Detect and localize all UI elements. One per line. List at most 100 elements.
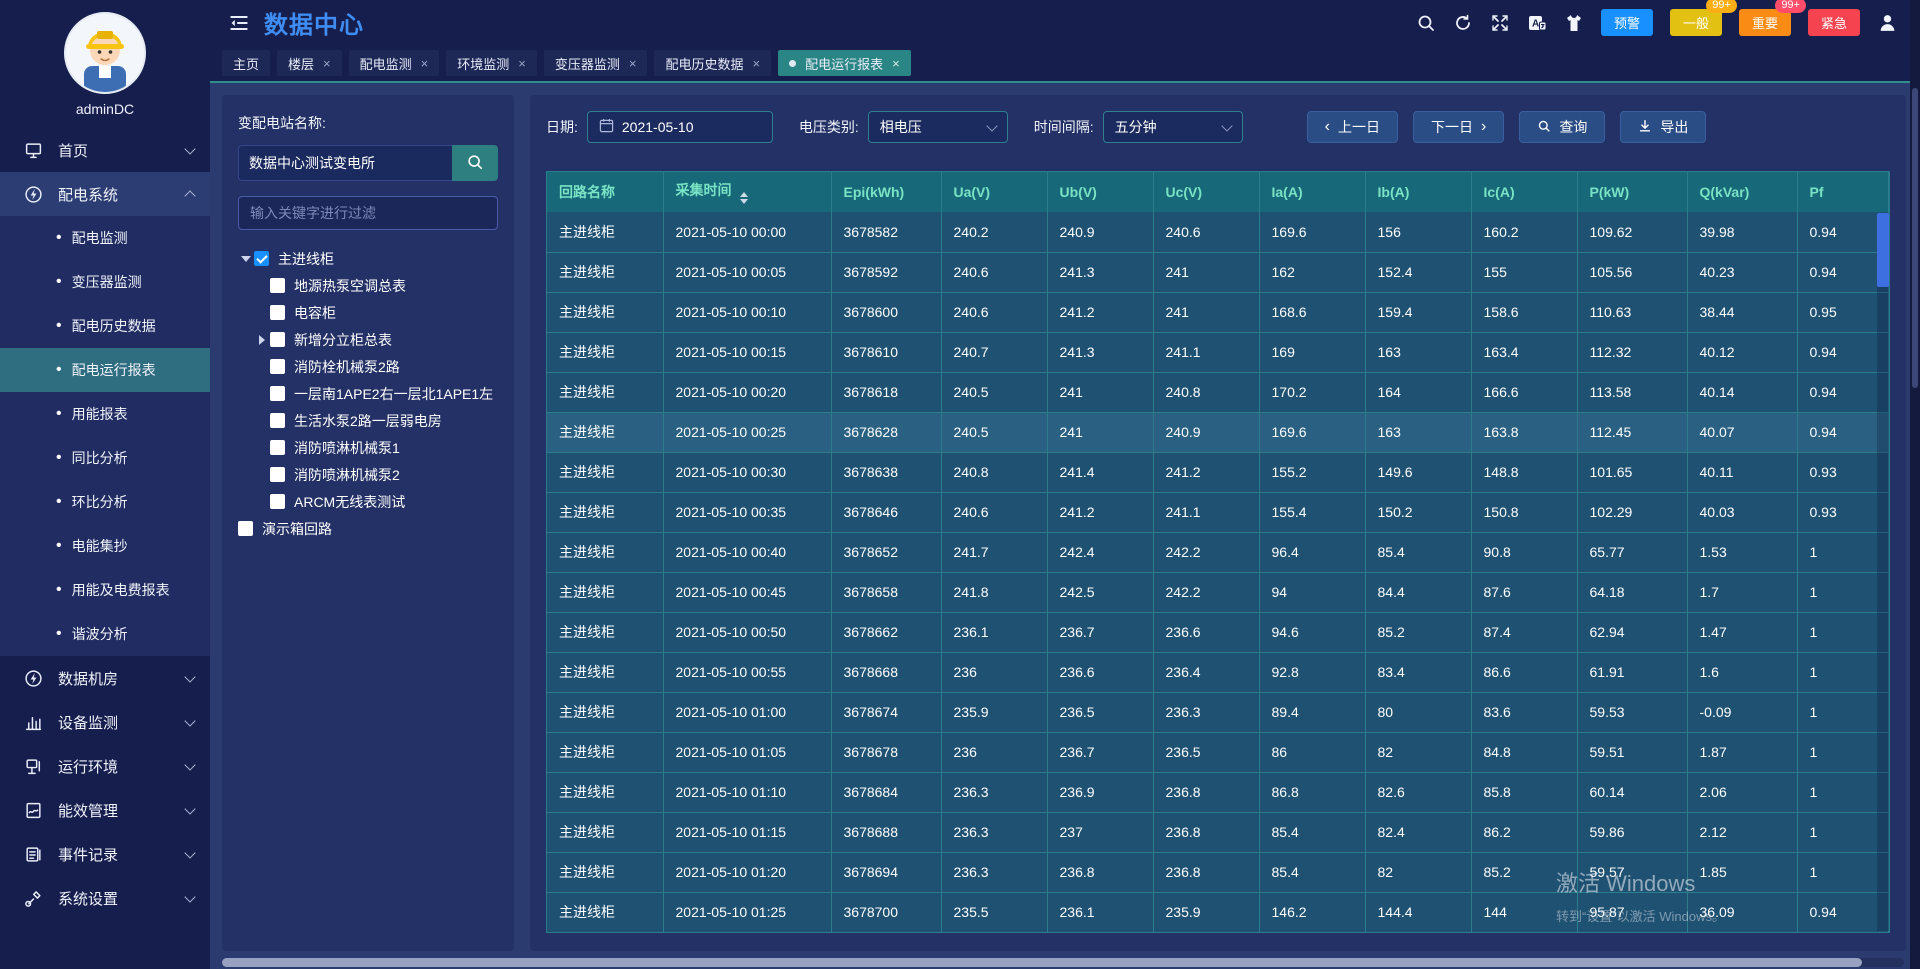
sidebar-item-运行环境[interactable]: 运行环境 <box>0 744 210 788</box>
table-row[interactable]: 主进线柜2021-05-10 00:103678600240.6241.2241… <box>547 292 1889 332</box>
tree-node-地源热泵空调总表[interactable]: 地源热泵空调总表 <box>238 272 498 299</box>
sidebar-subitem-配电监测[interactable]: •配电监测 <box>0 216 210 260</box>
sidebar-item-能效管理[interactable]: 能效管理 <box>0 788 210 832</box>
window-scrollbar-thumb[interactable] <box>1912 88 1918 388</box>
table-vertical-scrollbar[interactable] <box>1877 213 1889 931</box>
fullscreen-icon[interactable] <box>1490 13 1510 33</box>
expander-closed-icon[interactable] <box>254 335 270 345</box>
date-input[interactable]: 2021-05-10 <box>587 111 773 143</box>
table-row[interactable]: 主进线柜2021-05-10 00:053678592240.6241.3241… <box>547 252 1889 292</box>
tab-配电运行报表[interactable]: 配电运行报表× <box>778 50 911 76</box>
horizontal-scrollbar[interactable] <box>222 958 1904 967</box>
table-row[interactable]: 主进线柜2021-05-10 00:553678668236236.6236.4… <box>547 652 1889 692</box>
voltage-select[interactable]: 相电压 <box>868 111 1008 143</box>
window-scrollbar[interactable] <box>1910 0 1920 969</box>
search-icon[interactable] <box>1416 13 1436 33</box>
sidebar-subitem-电能集抄[interactable]: •电能集抄 <box>0 524 210 568</box>
alarm-button-预警[interactable]: 预警 <box>1601 9 1653 36</box>
tab-配电历史数据[interactable]: 配电历史数据× <box>654 50 771 76</box>
sidebar-subitem-环比分析[interactable]: •环比分析 <box>0 480 210 524</box>
tab-主页[interactable]: 主页 <box>222 50 270 76</box>
next-day-button[interactable]: 下一日 › <box>1413 111 1504 143</box>
sidebar-item-数据机房[interactable]: 数据机房 <box>0 656 210 700</box>
sidebar-item-配电系统[interactable]: 配电系统 <box>0 172 210 216</box>
table-row[interactable]: 主进线柜2021-05-10 01:253678700235.5236.1235… <box>547 892 1889 932</box>
interval-select[interactable]: 五分钟 <box>1103 111 1243 143</box>
table-row[interactable]: 主进线柜2021-05-10 00:003678582240.2240.9240… <box>547 212 1889 252</box>
tree-node-消防喷淋机械泵2[interactable]: 消防喷淋机械泵2 <box>238 461 498 488</box>
station-input[interactable] <box>238 145 452 181</box>
sidebar-item-设备监测[interactable]: 设备监测 <box>0 700 210 744</box>
sidebar-subitem-变压器监测[interactable]: •变压器监测 <box>0 260 210 304</box>
tab-变压器监测[interactable]: 变压器监测× <box>544 50 648 76</box>
sidebar-item-首页[interactable]: 首页 <box>0 128 210 172</box>
query-button[interactable]: 查询 <box>1519 111 1605 143</box>
table-row[interactable]: 主进线柜2021-05-10 00:403678652241.7242.4242… <box>547 532 1889 572</box>
alarm-button-重要[interactable]: 重要99+ <box>1739 9 1791 36</box>
sidebar-subitem-同比分析[interactable]: •同比分析 <box>0 436 210 480</box>
table-row[interactable]: 主进线柜2021-05-10 00:353678646240.6241.2241… <box>547 492 1889 532</box>
tree-checkbox[interactable] <box>270 413 285 428</box>
tree-checkbox[interactable] <box>270 305 285 320</box>
menu-fold-icon[interactable] <box>228 12 250 34</box>
tree-checkbox[interactable] <box>270 494 285 509</box>
prev-day-button[interactable]: ‹ 上一日 <box>1307 111 1398 143</box>
tree-checkbox[interactable] <box>270 359 285 374</box>
tree-node-消防栓机械泵2路[interactable]: 消防栓机械泵2路 <box>238 353 498 380</box>
tree-filter-input[interactable] <box>238 196 498 230</box>
sidebar-subitem-配电历史数据[interactable]: •配电历史数据 <box>0 304 210 348</box>
table-row[interactable]: 主进线柜2021-05-10 00:203678618240.5241240.8… <box>547 372 1889 412</box>
sidebar-subitem-谐波分析[interactable]: •谐波分析 <box>0 612 210 656</box>
table-scrollbar-thumb[interactable] <box>1877 213 1889 287</box>
station-search-button[interactable] <box>452 145 498 181</box>
tab-配电监测[interactable]: 配电监测× <box>349 50 440 76</box>
user-icon[interactable] <box>1877 12 1898 33</box>
table-row[interactable]: 主进线柜2021-05-10 01:153678688236.3237236.8… <box>547 812 1889 852</box>
tree-node-电容柜[interactable]: 电容柜 <box>238 299 498 326</box>
table-row[interactable]: 主进线柜2021-05-10 00:253678628240.5241240.9… <box>547 412 1889 452</box>
column-header-采集时间[interactable]: 采集时间 <box>663 172 831 212</box>
tab-close-icon[interactable]: × <box>421 57 429 70</box>
tree-checkbox[interactable] <box>270 386 285 401</box>
tab-close-icon[interactable]: × <box>892 57 900 70</box>
tree-checkbox[interactable] <box>270 467 285 482</box>
tree-checkbox[interactable] <box>238 521 253 536</box>
table-row[interactable]: 主进线柜2021-05-10 01:103678684236.3236.9236… <box>547 772 1889 812</box>
sidebar-subitem-用能及电费报表[interactable]: •用能及电费报表 <box>0 568 210 612</box>
tree-node-生活水泵2路一层弱电房[interactable]: 生活水泵2路一层弱电房 <box>238 407 498 434</box>
sidebar-item-系统设置[interactable]: 系统设置 <box>0 876 210 920</box>
tree-node-消防喷淋机械泵1[interactable]: 消防喷淋机械泵1 <box>238 434 498 461</box>
translate-icon[interactable]: A <box>1527 13 1547 33</box>
export-button[interactable]: 导出 <box>1620 111 1706 143</box>
alarm-button-紧急[interactable]: 紧急 <box>1808 9 1860 36</box>
expander-open-icon[interactable] <box>238 256 254 262</box>
table-row[interactable]: 主进线柜2021-05-10 00:453678658241.8242.5242… <box>547 572 1889 612</box>
alarm-button-一般[interactable]: 一般99+ <box>1670 9 1722 36</box>
tree-node-新增分立柜总表[interactable]: 新增分立柜总表 <box>238 326 498 353</box>
tab-close-icon[interactable]: × <box>629 57 637 70</box>
theme-icon[interactable] <box>1564 13 1584 33</box>
sidebar-subitem-用能报表[interactable]: •用能报表 <box>0 392 210 436</box>
tab-close-icon[interactable]: × <box>752 57 760 70</box>
sidebar-subitem-配电运行报表[interactable]: •配电运行报表 <box>0 348 210 392</box>
tree-node-ARCM无线表测试[interactable]: ARCM无线表测试 <box>238 488 498 515</box>
sidebar-item-事件记录[interactable]: 事件记录 <box>0 832 210 876</box>
tree-checkbox[interactable] <box>270 332 285 347</box>
tree-checkbox[interactable] <box>270 278 285 293</box>
tree-checkbox[interactable] <box>270 440 285 455</box>
tab-楼层[interactable]: 楼层× <box>277 50 342 76</box>
table-row[interactable]: 主进线柜2021-05-10 00:153678610240.7241.3241… <box>547 332 1889 372</box>
table-row[interactable]: 主进线柜2021-05-10 01:003678674235.9236.5236… <box>547 692 1889 732</box>
table-row[interactable]: 主进线柜2021-05-10 00:503678662236.1236.7236… <box>547 612 1889 652</box>
tree-node-主进线柜[interactable]: 主进线柜 <box>238 245 498 272</box>
tree-node-演示箱回路[interactable]: 演示箱回路 <box>238 515 498 542</box>
tab-环境监测[interactable]: 环境监测× <box>446 50 537 76</box>
tree-checkbox[interactable] <box>254 251 269 266</box>
refresh-icon[interactable] <box>1453 13 1473 33</box>
table-row[interactable]: 主进线柜2021-05-10 01:053678678236236.7236.5… <box>547 732 1889 772</box>
tree-node-一层南1APE2右一层北1APE1左[interactable]: 一层南1APE2右一层北1APE1左 <box>238 380 498 407</box>
table-row[interactable]: 主进线柜2021-05-10 01:203678694236.3236.8236… <box>547 852 1889 892</box>
horizontal-scrollbar-thumb[interactable] <box>222 958 1862 967</box>
tab-close-icon[interactable]: × <box>323 57 331 70</box>
table-row[interactable]: 主进线柜2021-05-10 00:303678638240.8241.4241… <box>547 452 1889 492</box>
